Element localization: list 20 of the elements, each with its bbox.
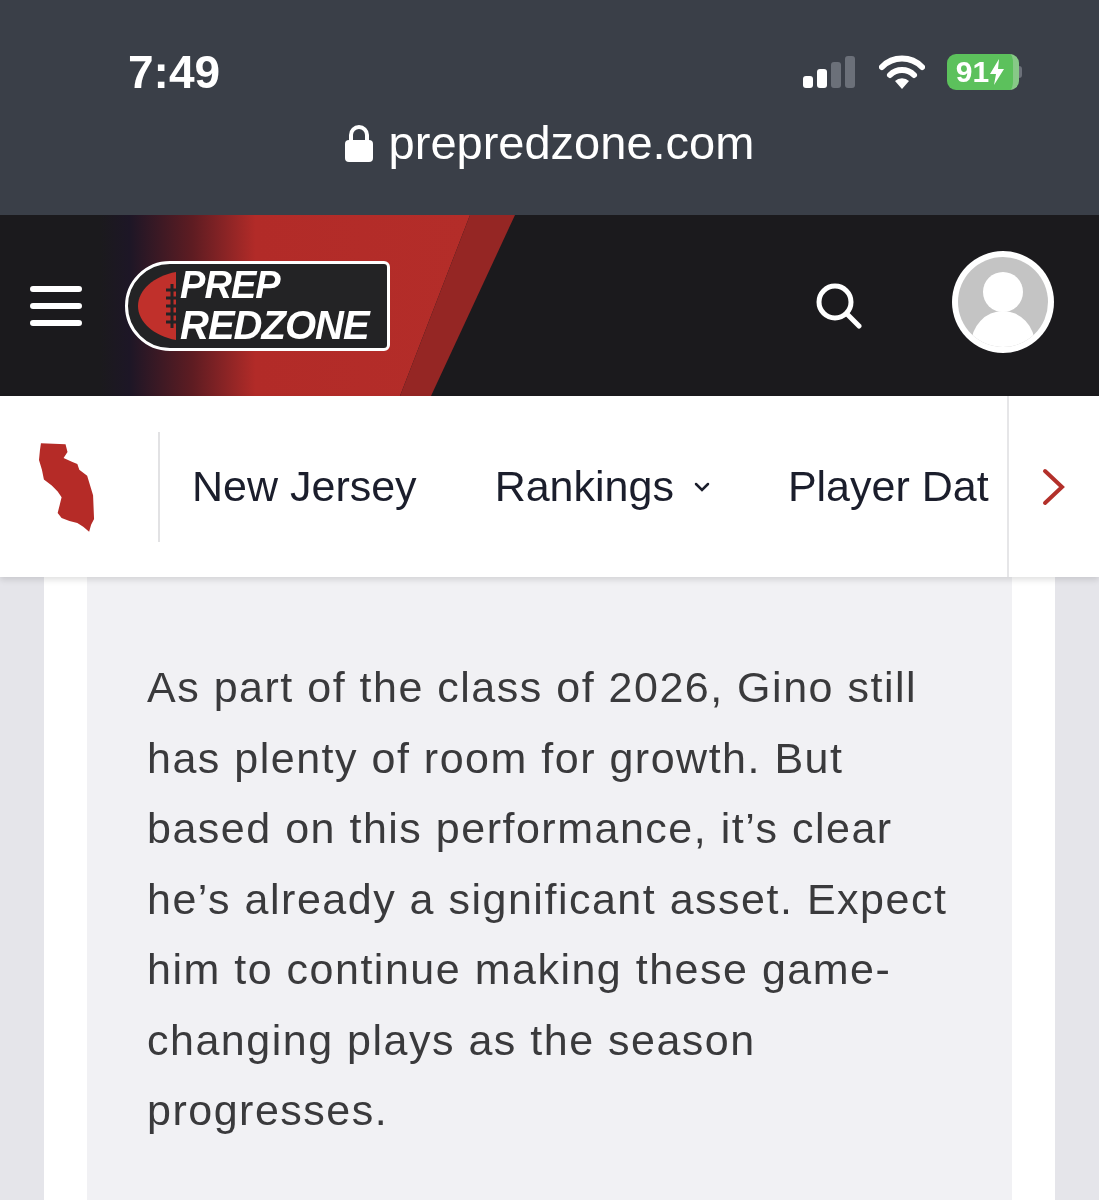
nav-link[interactable]: New Jersey — [192, 465, 417, 508]
lock-icon — [344, 123, 373, 162]
signal-icon — [803, 56, 857, 88]
wifi-icon — [879, 55, 925, 89]
article-paragraph: As part of the class of 2026, Gino still has plenty of room for growth. But based on this performance, it’s clear he’s already a significant asset. Expect him to continue making these game-changing plays as the season progresses. — [147, 662, 949, 1136]
search-button[interactable] — [816, 282, 862, 329]
search-icon — [816, 282, 862, 329]
clock-time: 7:49 — [128, 49, 221, 95]
avatar-icon — [952, 251, 1054, 353]
battery-percentage: 91 — [955, 57, 990, 87]
nav-link[interactable]: Rankings — [494, 465, 710, 508]
logo-text: REDZONE — [180, 303, 369, 346]
site-logo[interactable]: PREP REDZONE — [125, 260, 390, 351]
menu-icon — [30, 285, 82, 326]
chevron-right-icon — [1042, 467, 1066, 506]
account-button[interactable] — [952, 251, 1054, 353]
menu-button[interactable] — [30, 285, 82, 326]
logo-text: PREP — [180, 265, 282, 304]
nav-link[interactable]: Player Dat — [787, 465, 989, 508]
state-map-icon — [38, 440, 97, 533]
